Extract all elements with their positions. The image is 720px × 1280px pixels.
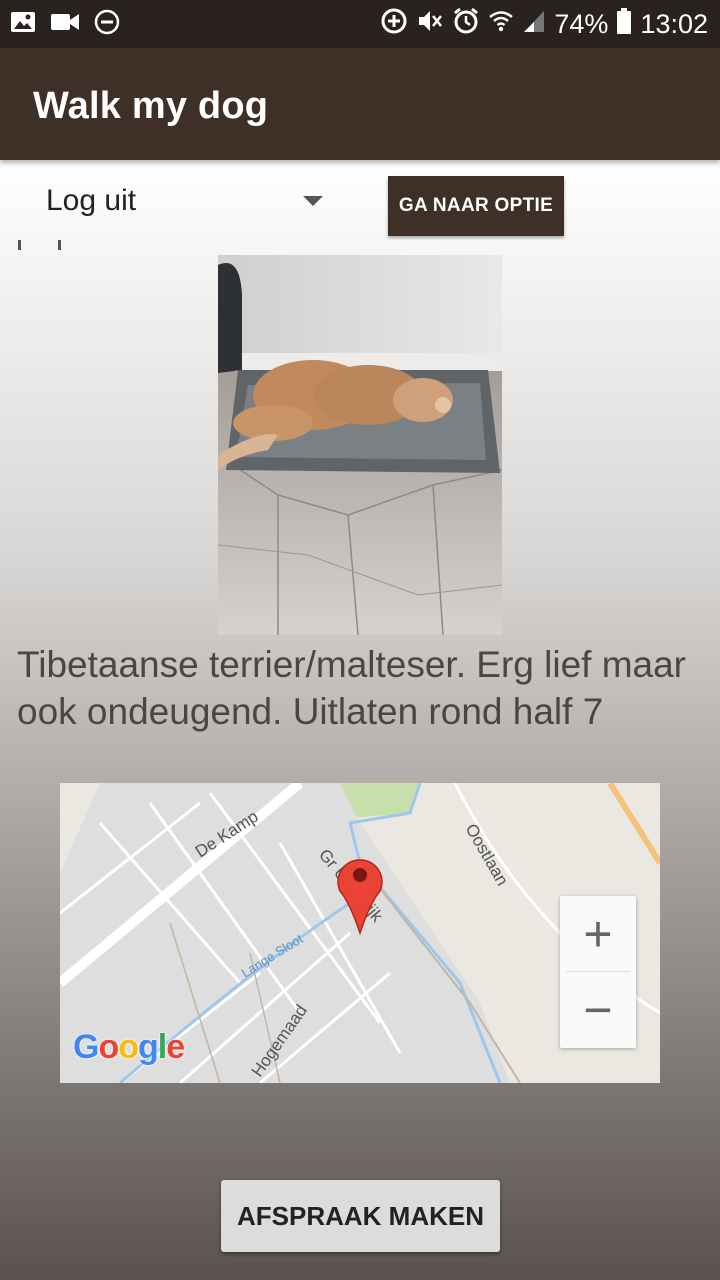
gallery-icon [10, 11, 36, 38]
alarm-icon [452, 7, 480, 42]
google-logo-letter: o [98, 1028, 119, 1066]
make-appointment-button[interactable]: AFSPRAAK MAKEN [221, 1180, 500, 1252]
data-saver-icon [380, 7, 408, 42]
dropdown-arrow-icon [303, 196, 323, 206]
dog-photo [218, 255, 502, 635]
google-logo-letter: g [138, 1028, 159, 1066]
dog-description: Tibetaanse terrier/malteser. Erg lief ma… [17, 644, 686, 732]
do-not-disturb-icon [94, 9, 120, 40]
clock: 13:02 [640, 8, 708, 39]
battery-percentage: 74% [554, 8, 609, 39]
google-logo-letter: G [73, 1028, 99, 1066]
google-logo-letter: e [166, 1028, 185, 1066]
divider-ticks [18, 240, 78, 252]
status-bar: 74% 13:02 [0, 0, 720, 48]
battery-icon [616, 7, 632, 42]
mute-icon [416, 8, 444, 41]
google-logo: Google [73, 1028, 185, 1067]
app-title: Walk my dog [33, 85, 269, 127]
google-logo-letter: l [157, 1028, 168, 1066]
wifi-icon [488, 8, 514, 41]
zoom-out-button[interactable]: − [560, 972, 636, 1047]
spinner-selected-value: Log uit [46, 184, 137, 217]
app-bar: Walk my dog [0, 48, 720, 160]
option-spinner[interactable]: Log uit [20, 176, 340, 232]
goto-option-button[interactable]: GA NAAR OPTIE [388, 176, 564, 236]
video-camera-icon [50, 12, 80, 37]
map-zoom-controls: + − [560, 896, 636, 1048]
signal-icon [522, 8, 546, 41]
google-logo-letter: o [118, 1028, 139, 1066]
zoom-in-button[interactable]: + [560, 896, 636, 971]
